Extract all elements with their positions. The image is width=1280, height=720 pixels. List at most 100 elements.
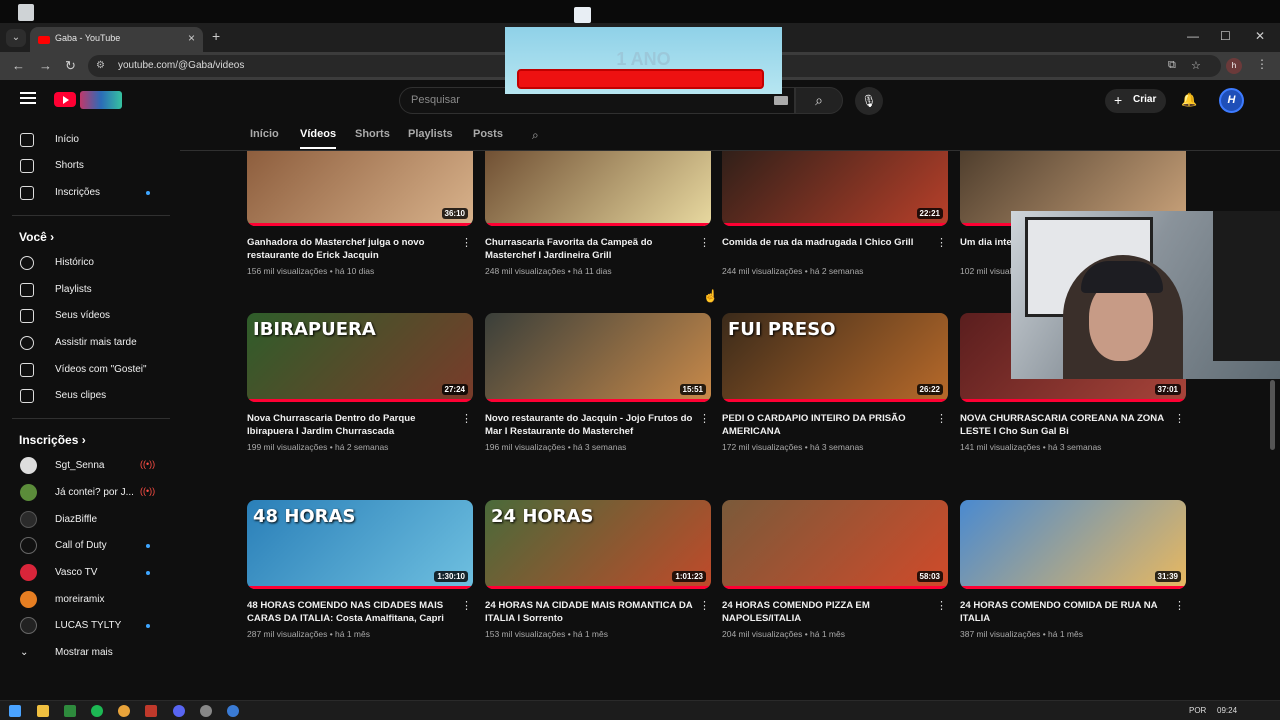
minimize-icon[interactable]: — (1187, 29, 1199, 43)
sidebar-item-seus-clipes[interactable]: Seus clipes (12, 383, 172, 409)
app-icon[interactable] (227, 705, 239, 717)
video-title[interactable]: 24 HORAS COMENDO COMIDA DE RUA NA ITALIA (960, 599, 1172, 625)
video-card[interactable]: 48 HORAS 1:30:10 48 HORAS COMENDO NAS CIDA… (247, 500, 473, 650)
keyboard-icon[interactable] (774, 96, 788, 105)
sidebar-item-videos-gostei[interactable]: Vídeos com "Gostei" (12, 357, 172, 383)
video-card[interactable]: 22:21 Comida de rua da madrugada I Chico … (722, 151, 948, 287)
clock-time[interactable]: 09:24 (1217, 706, 1237, 715)
video-more-options-icon[interactable]: ⋮ (1174, 599, 1185, 612)
video-thumbnail[interactable]: 24 HORAS 1:01:23 (485, 500, 711, 589)
chrome-icon[interactable] (118, 705, 130, 717)
browser-menu-icon[interactable]: ⋮ (1256, 57, 1268, 71)
sidebar-item-seus-videos[interactable]: Seus vídeos (12, 303, 172, 329)
back-icon[interactable]: ← (12, 58, 25, 73)
sidebar-item-shorts[interactable]: Shorts (12, 153, 172, 179)
video-title[interactable]: NOVA CHURRASCARIA COREANA NA ZONA LESTE … (960, 412, 1172, 438)
video-more-options-icon[interactable]: ⋮ (936, 599, 947, 612)
video-more-options-icon[interactable]: ⋮ (461, 412, 472, 425)
video-thumbnail[interactable]: IBIRAPUERA 27:24 (247, 313, 473, 402)
video-title[interactable]: 48 HORAS COMENDO NAS CIDADES MAIS CARAS … (247, 599, 459, 625)
video-title[interactable]: Nova Churrascaria Dentro do Parque Ibira… (247, 412, 459, 438)
youtube-logo-icon[interactable] (54, 92, 76, 107)
tab-posts[interactable]: Posts (473, 128, 503, 140)
video-card[interactable]: 58:03 24 HORAS COMENDO PIZZA EM NAPOLES/I… (722, 500, 948, 650)
sidebar-inscricoes-header[interactable]: Inscrições › (19, 433, 86, 447)
video-card[interactable]: Churrascaria Favorita da Campeã do Maste… (485, 151, 711, 287)
video-thumbnail[interactable]: 15:51 (485, 313, 711, 402)
obs-icon[interactable] (200, 705, 212, 717)
sidebar-voce-header[interactable]: Você › (19, 230, 54, 244)
xbox-icon[interactable] (64, 705, 76, 717)
video-more-options-icon[interactable]: ⋮ (936, 412, 947, 425)
video-title[interactable]: 24 HORAS NA CIDADE MAIS ROMANTICA DA ITA… (485, 599, 697, 625)
video-thumbnail[interactable]: 31:39 (960, 500, 1186, 589)
subscription-item[interactable]: LUCAS TYLTY (12, 613, 172, 639)
video-title[interactable]: Comida de rua da madrugada I Chico Grill (722, 236, 934, 249)
tab-playlists[interactable]: Playlists (408, 128, 453, 140)
subscription-item[interactable]: Call of Duty (12, 533, 172, 559)
news-app-icon[interactable] (145, 705, 157, 717)
discord-icon[interactable] (173, 705, 185, 717)
video-card[interactable]: IBIRAPUERA 27:24 Nova Churrascaria Dentro … (247, 313, 473, 463)
create-button[interactable]: + Criar (1105, 89, 1166, 113)
window-close-icon[interactable]: ✕ (1255, 29, 1265, 43)
sidebar-item-inicio[interactable]: Início (12, 127, 172, 153)
browser-profile-avatar[interactable]: h (1226, 58, 1242, 74)
video-more-options-icon[interactable]: ⋮ (461, 236, 472, 249)
subscription-item[interactable]: Sgt_Senna ((•)) (12, 453, 172, 479)
video-thumbnail[interactable]: FUI PRESO 26:22 (722, 313, 948, 402)
reload-icon[interactable]: ↻ (65, 58, 76, 74)
maximize-icon[interactable]: ☐ (1220, 29, 1231, 43)
tab-shorts[interactable]: Shorts (355, 128, 390, 140)
show-more-button[interactable]: ⌄ Mostrar mais (12, 640, 172, 666)
subscription-item[interactable]: Já contei? por J... ((•)) (12, 480, 172, 506)
video-more-options-icon[interactable]: ⋮ (699, 412, 710, 425)
video-thumbnail[interactable]: 58:03 (722, 500, 948, 589)
video-card[interactable]: 36:10 Ganhadora do Masterchef julga o nov… (247, 151, 473, 287)
windows-start-icon[interactable] (9, 705, 21, 717)
spotify-icon[interactable] (91, 705, 103, 717)
tab-inicio[interactable]: Início (250, 128, 279, 140)
url-text[interactable]: youtube.com/@Gaba/videos (118, 60, 244, 71)
sidebar-item-inscricoes[interactable]: Inscrições (12, 180, 172, 206)
subscription-item[interactable]: DiazBiffle (12, 507, 172, 533)
sidebar-item-assistir-mais-tarde[interactable]: Assistir mais tarde (12, 330, 172, 356)
install-app-icon[interactable]: ⧉ (1168, 59, 1176, 72)
subscription-item[interactable]: moreiramix (12, 587, 172, 613)
video-more-options-icon[interactable]: ⋮ (699, 599, 710, 612)
video-title[interactable]: 24 HORAS COMENDO PIZZA EM NAPOLES/ITALIA (722, 599, 934, 625)
voice-search-button[interactable]: 🎙 (855, 87, 883, 115)
video-more-options-icon[interactable]: ⋮ (1174, 412, 1185, 425)
video-more-options-icon[interactable]: ⋮ (461, 599, 472, 612)
page-scrollbar[interactable] (1270, 380, 1275, 450)
video-thumbnail[interactable] (485, 151, 711, 226)
file-explorer-icon[interactable] (37, 705, 49, 717)
video-thumbnail[interactable]: 22:21 (722, 151, 948, 226)
bookmark-star-icon[interactable]: ☆ (1191, 59, 1201, 72)
channel-search-icon[interactable]: ⌕ (532, 128, 539, 143)
new-tab-icon[interactable]: + (212, 28, 220, 44)
video-more-options-icon[interactable]: ⋮ (699, 236, 710, 249)
recycle-bin-icon[interactable] (18, 4, 34, 21)
video-title[interactable]: Churrascaria Favorita da Campeã do Maste… (485, 236, 697, 262)
browser-tab[interactable]: Gaba - YouTube × (30, 27, 203, 52)
account-avatar[interactable]: H (1219, 88, 1244, 113)
video-thumbnail[interactable]: 48 HORAS 1:30:10 (247, 500, 473, 589)
site-settings-icon[interactable]: ⚙ (96, 60, 105, 71)
tab-videos[interactable]: Vídeos (300, 128, 337, 149)
hamburger-menu-icon[interactable] (20, 92, 36, 104)
video-title[interactable]: PEDI O CARDAPIO INTEIRO DA PRISÃO AMERIC… (722, 412, 934, 438)
youtube-doodle-logo[interactable] (80, 91, 122, 109)
desktop-file-icon[interactable] (574, 7, 591, 23)
video-card[interactable]: 15:51 Novo restaurante do Jacquin - Jojo … (485, 313, 711, 463)
tab-close-icon[interactable]: × (188, 31, 195, 45)
language-indicator[interactable]: POR (1189, 706, 1206, 715)
notifications-bell-icon[interactable]: 🔔 (1181, 92, 1197, 108)
video-card[interactable]: 31:39 24 HORAS COMENDO COMIDA DE RUA NA I… (960, 500, 1186, 650)
sidebar-item-historico[interactable]: Histórico (12, 250, 172, 276)
video-title[interactable]: Novo restaurante do Jacquin - Jojo Fruto… (485, 412, 697, 438)
video-thumbnail[interactable]: 36:10 (247, 151, 473, 226)
search-button[interactable]: ⌕ (795, 87, 843, 114)
subscription-item[interactable]: Vasco TV (12, 560, 172, 586)
video-card[interactable]: 24 HORAS 1:01:23 24 HORAS NA CIDADE MAIS R… (485, 500, 711, 650)
